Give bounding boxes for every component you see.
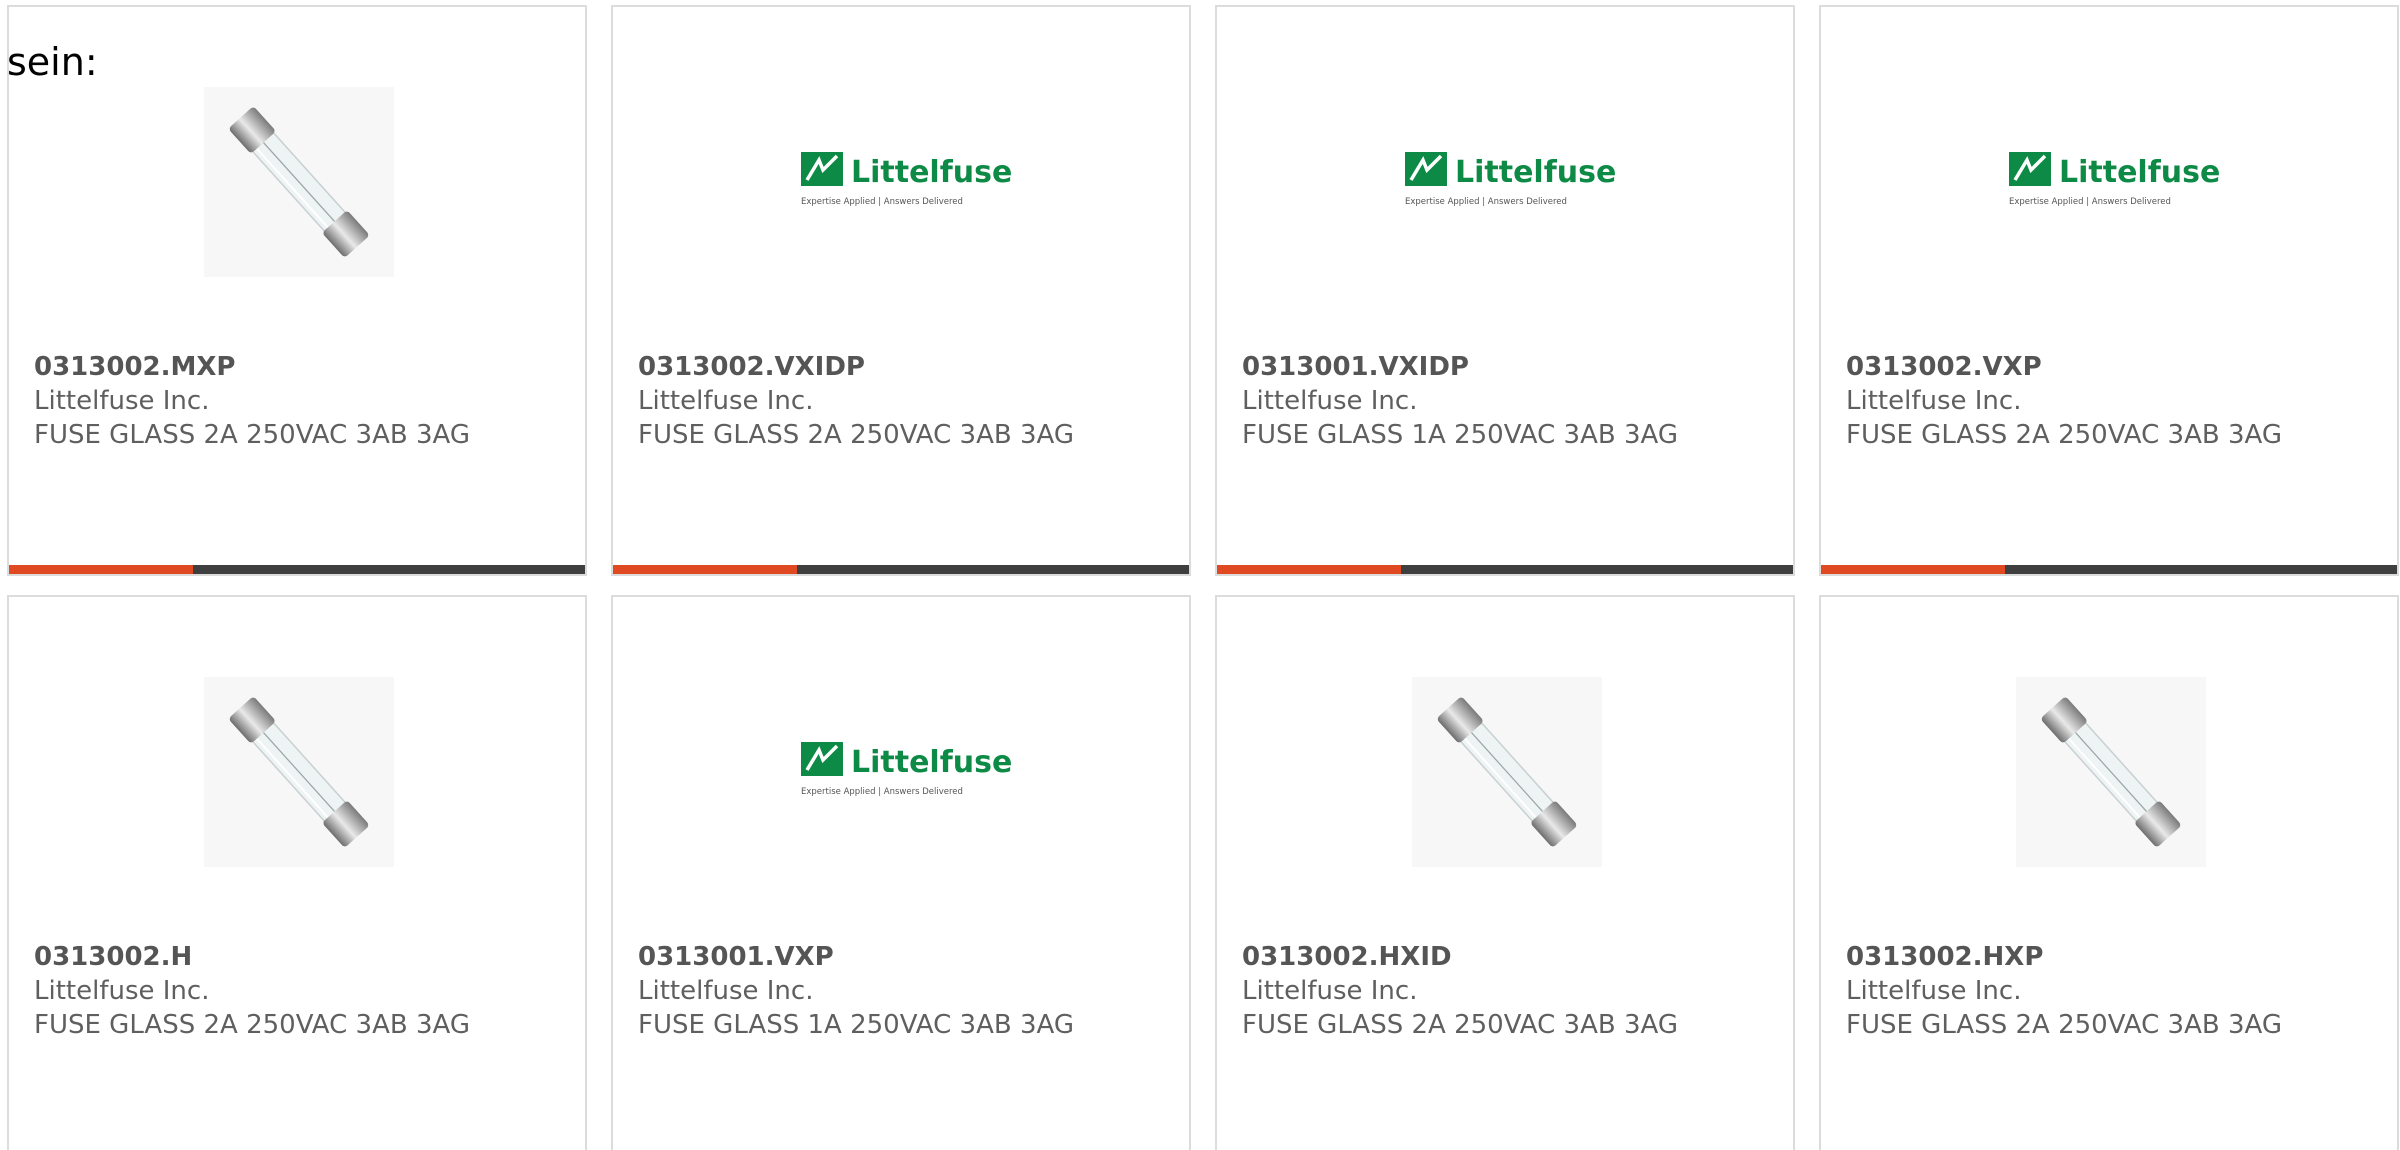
svg-text:Littelfuse: Littelfuse bbox=[851, 745, 1012, 780]
product-manufacturer: Littelfuse Inc. bbox=[1242, 386, 1418, 416]
product-description: FUSE GLASS 2A 250VAC 3AB 3AG bbox=[1846, 1010, 2283, 1040]
product-description: FUSE GLASS 2A 250VAC 3AB 3AG bbox=[34, 420, 471, 450]
fuse-image bbox=[204, 87, 394, 277]
fuse-image bbox=[1412, 677, 1602, 867]
fuse-image bbox=[204, 677, 394, 867]
progress-bar-fill bbox=[1821, 565, 2006, 574]
product-part-number[interactable]: 0313001.VXIDP bbox=[1242, 350, 1678, 384]
product-description: FUSE GLASS 2A 250VAC 3AB 3AG bbox=[638, 420, 1075, 450]
product-part-number[interactable]: 0313002.HXID bbox=[1242, 940, 1678, 974]
product-description: FUSE GLASS 2A 250VAC 3AB 3AG bbox=[1846, 420, 2283, 450]
product-image[interactable] bbox=[184, 77, 414, 287]
progress-bar bbox=[1217, 565, 1793, 574]
product-card[interactable]: Littelfuse Expertise Applied | Answers De… bbox=[1819, 5, 2399, 576]
product-description: FUSE GLASS 2A 250VAC 3AB 3AG bbox=[34, 1010, 471, 1040]
product-info: 0313001.VXP Littelfuse Inc. FUSE GLASS 1… bbox=[638, 940, 1074, 1042]
product-description: FUSE GLASS 1A 250VAC 3AB 3AG bbox=[1242, 420, 1679, 450]
product-manufacturer: Littelfuse Inc. bbox=[1846, 976, 2022, 1006]
product-manufacturer: Littelfuse Inc. bbox=[1846, 386, 2022, 416]
product-image[interactable] bbox=[1996, 667, 2226, 877]
product-image[interactable] bbox=[1392, 667, 1622, 877]
svg-text:Littelfuse: Littelfuse bbox=[851, 155, 1012, 190]
product-card[interactable]: 0313002.H Littelfuse Inc. FUSE GLASS 2A … bbox=[7, 595, 587, 1150]
progress-bar bbox=[1821, 565, 2397, 574]
progress-bar-fill bbox=[1217, 565, 1402, 574]
svg-text:Expertise Applied | Answers De: Expertise Applied | Answers Delivered bbox=[801, 197, 963, 207]
littelfuse-logo-icon: Littelfuse Expertise Applied | Answers De… bbox=[1405, 152, 1616, 207]
product-part-number[interactable]: 0313002.VXP bbox=[1846, 350, 2282, 384]
product-image[interactable]: Littelfuse Expertise Applied | Answers De… bbox=[1996, 77, 2226, 287]
product-card[interactable]: 0313002.HXP Littelfuse Inc. FUSE GLASS 2… bbox=[1819, 595, 2399, 1150]
product-info: 0313002.HXP Littelfuse Inc. FUSE GLASS 2… bbox=[1846, 940, 2282, 1042]
product-manufacturer: Littelfuse Inc. bbox=[638, 976, 814, 1006]
progress-bar bbox=[613, 565, 1189, 574]
littelfuse-logo-icon: Littelfuse Expertise Applied | Answers De… bbox=[2009, 152, 2220, 207]
product-image[interactable]: Littelfuse Expertise Applied | Answers De… bbox=[1392, 77, 1622, 287]
intro-text: sein: bbox=[7, 40, 98, 84]
product-description: FUSE GLASS 1A 250VAC 3AB 3AG bbox=[638, 1010, 1075, 1040]
svg-text:Expertise Applied | Answers De: Expertise Applied | Answers Delivered bbox=[1405, 197, 1567, 207]
product-info: 0313002.MXP Littelfuse Inc. FUSE GLASS 2… bbox=[34, 350, 470, 452]
product-manufacturer: Littelfuse Inc. bbox=[638, 386, 814, 416]
product-info: 0313001.VXIDP Littelfuse Inc. FUSE GLASS… bbox=[1242, 350, 1678, 452]
product-image[interactable]: Littelfuse Expertise Applied | Answers De… bbox=[788, 667, 1018, 877]
product-card[interactable]: Littelfuse Expertise Applied | Answers De… bbox=[611, 595, 1191, 1150]
product-info: 0313002.VXIDP Littelfuse Inc. FUSE GLASS… bbox=[638, 350, 1074, 452]
progress-bar bbox=[9, 565, 585, 574]
product-manufacturer: Littelfuse Inc. bbox=[34, 976, 210, 1006]
product-info: 0313002.VXP Littelfuse Inc. FUSE GLASS 2… bbox=[1846, 350, 2282, 452]
product-description: FUSE GLASS 2A 250VAC 3AB 3AG bbox=[1242, 1010, 1679, 1040]
svg-text:Littelfuse: Littelfuse bbox=[1455, 155, 1616, 190]
progress-bar-fill bbox=[613, 565, 798, 574]
product-part-number[interactable]: 0313002.VXIDP bbox=[638, 350, 1074, 384]
svg-text:Expertise Applied | Answers De: Expertise Applied | Answers Delivered bbox=[2009, 197, 2171, 207]
product-part-number[interactable]: 0313002.H bbox=[34, 940, 470, 974]
fuse-image bbox=[2016, 677, 2206, 867]
product-image[interactable] bbox=[184, 667, 414, 877]
littelfuse-logo-icon: Littelfuse Expertise Applied | Answers De… bbox=[801, 742, 1012, 797]
product-part-number[interactable]: 0313001.VXP bbox=[638, 940, 1074, 974]
product-manufacturer: Littelfuse Inc. bbox=[1242, 976, 1418, 1006]
product-image[interactable]: Littelfuse Expertise Applied | Answers De… bbox=[788, 77, 1018, 287]
product-manufacturer: Littelfuse Inc. bbox=[34, 386, 210, 416]
progress-bar-fill bbox=[9, 565, 194, 574]
product-part-number[interactable]: 0313002.MXP bbox=[34, 350, 470, 384]
svg-text:Expertise Applied | Answers De: Expertise Applied | Answers Delivered bbox=[801, 787, 963, 797]
product-card[interactable]: Littelfuse Expertise Applied | Answers De… bbox=[1215, 5, 1795, 576]
product-card[interactable]: 0313002.HXID Littelfuse Inc. FUSE GLASS … bbox=[1215, 595, 1795, 1150]
littelfuse-logo-icon: Littelfuse Expertise Applied | Answers De… bbox=[801, 152, 1012, 207]
product-info: 0313002.H Littelfuse Inc. FUSE GLASS 2A … bbox=[34, 940, 470, 1042]
product-card[interactable]: Littelfuse Expertise Applied | Answers De… bbox=[611, 5, 1191, 576]
product-part-number[interactable]: 0313002.HXP bbox=[1846, 940, 2282, 974]
product-info: 0313002.HXID Littelfuse Inc. FUSE GLASS … bbox=[1242, 940, 1678, 1042]
product-grid-page: sein: 0313002.MXP Littelfuse Inc. FUSE G… bbox=[0, 0, 2400, 1150]
svg-text:Littelfuse: Littelfuse bbox=[2059, 155, 2220, 190]
